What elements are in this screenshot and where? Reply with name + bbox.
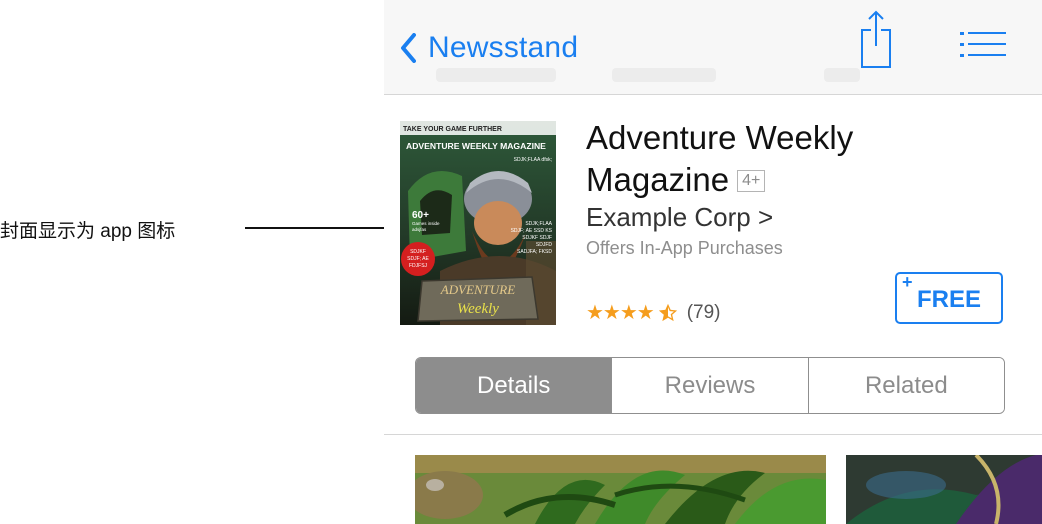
in-app-purchase-note: Offers In-App Purchases — [586, 238, 783, 258]
screenshot-thumbnail-1[interactable] — [415, 455, 826, 524]
cover-top-note: SDJK;FLAA dfsk; — [514, 157, 552, 163]
nav-ghost-segment — [436, 68, 556, 82]
cover-masthead: ADVENTURE WEEKLY MAGAZINE — [406, 141, 546, 151]
star-rating-icon: ★★★★ — [586, 302, 655, 324]
rating: ★★★★ (79) — [586, 300, 721, 325]
age-rating-badge: 4+ — [737, 170, 766, 192]
cover-right-line: SADJFA; FKSD — [517, 249, 552, 255]
half-star-icon — [658, 303, 677, 321]
price-label: FREE — [916, 286, 981, 313]
nav-ghost-segment — [612, 68, 716, 82]
rating-count: (79) — [686, 301, 721, 323]
cover-games-text: Games inside — [412, 221, 440, 226]
cover-games-subtext: adsjfas — [412, 227, 427, 232]
cover-badge-line: SDJF; AE — [407, 256, 429, 262]
section-divider — [384, 434, 1042, 435]
screenshot-thumbnail-2[interactable] — [846, 455, 1042, 524]
back-button[interactable]: Newsstand — [400, 26, 578, 70]
tab-reviews[interactable]: Reviews — [611, 358, 808, 413]
cover-logo-subtitle: Weekly — [457, 301, 499, 317]
magazine-cover-icon[interactable]: TAKE YOUR GAME FURTHER ADVENTURE WEEKLY … — [400, 121, 556, 325]
segmented-control: Details Reviews Related — [415, 357, 1005, 414]
cover-right-line: SDJFD — [536, 242, 553, 248]
get-free-button[interactable]: + FREE — [895, 272, 1003, 324]
tab-details[interactable]: Details — [416, 358, 612, 413]
cover-right-line: SDJKF SDJF — [522, 235, 552, 241]
cover-right-line: SDJK;FLAA — [525, 221, 552, 227]
share-icon[interactable] — [860, 10, 892, 70]
cover-right-line: SDJF; AE SSD KS — [511, 228, 553, 234]
cover-logo-title: ADVENTURE — [440, 282, 515, 297]
annotation-label: 封面显示为 app 图标 — [0, 221, 176, 242]
app-title: Adventure Weekly Magazine 4+ — [586, 117, 1016, 201]
annotation-leader-line — [245, 227, 400, 229]
tab-related[interactable]: Related — [807, 358, 1004, 413]
cover-tagline: TAKE YOUR GAME FURTHER — [403, 126, 502, 133]
cover-games-count: 60+ — [412, 210, 429, 221]
cover-badge-line: SDJKF — [410, 249, 426, 255]
chevron-left-icon — [401, 33, 416, 63]
navigation-bar: Newsstand — [384, 0, 1042, 95]
app-title-line-1: Adventure Weekly — [586, 119, 854, 156]
list-icon[interactable] — [960, 30, 1006, 60]
app-store-screen: Newsstand TAKE YOUR GAME FURTHER ADVENTU… — [384, 0, 1042, 524]
back-button-label: Newsstand — [428, 31, 579, 64]
app-title-line-2: Magazine — [586, 161, 730, 198]
app-title-line-2-wrap: Magazine 4+ — [586, 159, 1016, 201]
nav-ghost-segment — [824, 68, 860, 82]
developer-link[interactable]: Example Corp > — [586, 202, 773, 233]
cover-badge-line: FDJFSJ — [409, 263, 428, 269]
